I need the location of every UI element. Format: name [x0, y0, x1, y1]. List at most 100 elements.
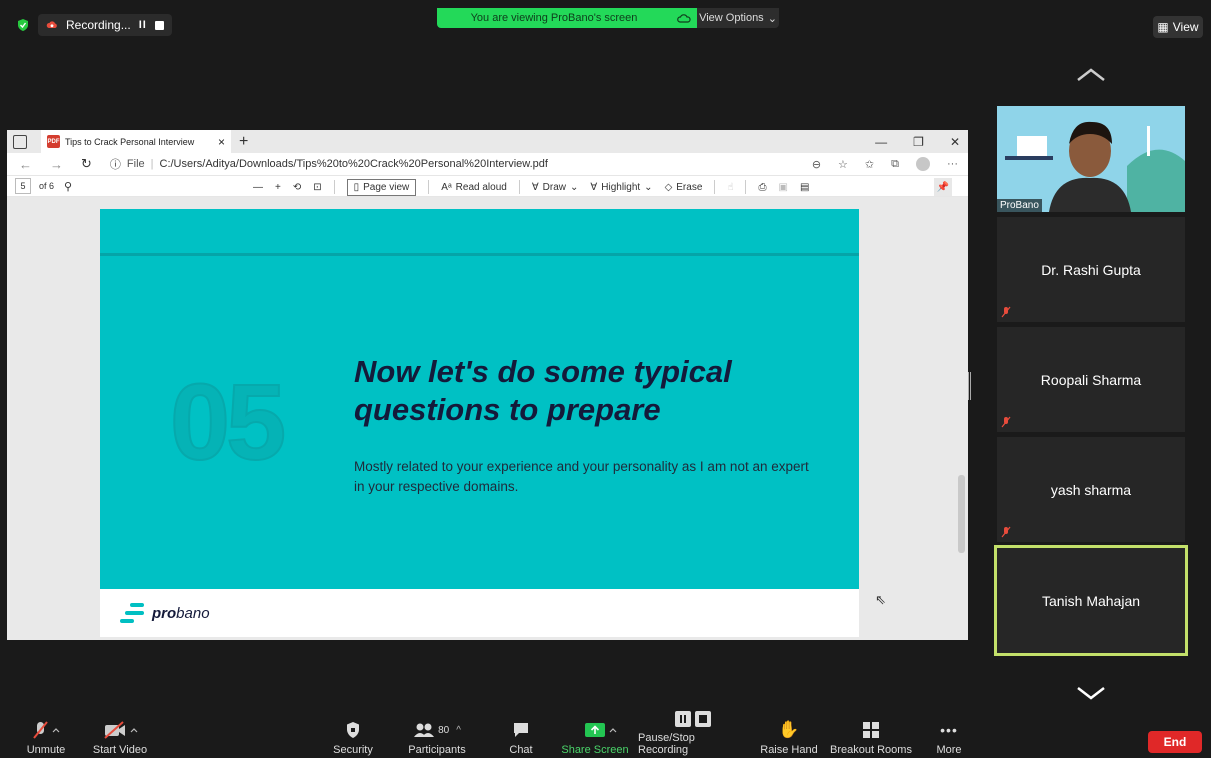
chevron-down-icon[interactable] — [1068, 682, 1114, 702]
logo-text-bold: pro — [152, 604, 177, 622]
chevron-down-icon: ⌄ — [767, 12, 777, 25]
security-button[interactable]: Security — [330, 717, 376, 758]
erase-label: Erase — [676, 181, 703, 193]
browser-tab[interactable]: PDF Tips to Crack Personal Interview × — [41, 130, 231, 153]
save-as-icon[interactable]: ▤ — [800, 182, 809, 193]
rotate-icon[interactable]: ⟲ — [293, 182, 301, 193]
restore-icon[interactable]: ❐ — [913, 135, 924, 149]
tab-close-icon[interactable]: × — [218, 135, 225, 149]
page-view-button[interactable]: ▯ Page view — [346, 178, 417, 196]
collections-icon[interactable]: ⧉ — [891, 158, 899, 171]
participant-count: 80 — [438, 724, 450, 736]
breakout-rooms-button[interactable]: Breakout Rooms — [828, 717, 914, 758]
zoom-out-icon[interactable]: — — [253, 182, 263, 193]
logo-text-rest: bano — [176, 604, 210, 622]
participant-name: yash sharma — [1050, 481, 1132, 498]
view-button[interactable]: ▦ View — [1153, 16, 1203, 38]
chevron-up-icon[interactable] — [1068, 64, 1114, 84]
participant-tile[interactable]: Dr. Rashi Gupta — [997, 217, 1185, 322]
close-window-icon[interactable]: ✕ — [950, 135, 960, 149]
share-screen-button[interactable]: Share Screen — [560, 717, 630, 758]
pause-stop-recording-button[interactable]: Pause/Stop Recording — [638, 711, 748, 758]
probano-logo-mark — [120, 601, 146, 625]
print-icon[interactable]: ⎙ — [758, 182, 766, 193]
probano-logo-text: probano — [152, 605, 210, 622]
read-aloud-button[interactable]: Aᵃ Read aloud — [441, 182, 507, 193]
minimize-icon[interactable]: — — [875, 135, 887, 149]
share-screen-icon — [573, 720, 617, 740]
participants-button[interactable]: 80 ^ Participants — [404, 717, 470, 758]
zoom-in-icon[interactable]: + — [275, 182, 281, 193]
highlight-button[interactable]: ∀ Highlight ⌄ — [590, 182, 652, 193]
url-separator: | — [150, 158, 154, 170]
forward-icon[interactable]: → — [50, 157, 63, 172]
pause-recording-button[interactable]: II — [139, 19, 147, 31]
chat-button[interactable]: Chat — [504, 717, 538, 758]
pdf-tools: — + ⟲ ⊡ ▯ Page view Aᵃ Read aloud ∀ Draw ⌄ … — [253, 176, 809, 198]
raise-hand-icon: ✋ — [778, 720, 800, 739]
start-video-button[interactable]: Start Video — [90, 717, 150, 758]
probano-logo: probano — [120, 601, 210, 625]
eraser-icon: ◇ — [664, 181, 673, 193]
page-number-input[interactable]: 5 — [15, 178, 31, 194]
read-mode-icon[interactable]: ☆ — [838, 158, 848, 171]
draw-button[interactable]: ∀ Draw ⌄ — [532, 182, 579, 193]
unmute-button[interactable]: Unmute — [24, 717, 68, 758]
toolbar-divider — [333, 180, 335, 194]
participant-name: Dr. Rashi Gupta — [1041, 261, 1141, 278]
raise-hand-button[interactable]: ✋ Raise Hand — [758, 717, 820, 758]
highlight-icon: ∀ — [590, 181, 598, 193]
highlight-label: Highlight — [601, 181, 641, 193]
refresh-icon[interactable]: ↻ — [81, 156, 92, 172]
pin-toolbar-icon[interactable]: 📌 — [934, 178, 952, 196]
more-menu-icon[interactable]: ··· — [947, 158, 958, 170]
shield-icon — [345, 720, 361, 740]
tab-actions-icon[interactable] — [13, 134, 27, 149]
split-resize-handle[interactable] — [968, 372, 971, 400]
fit-page-icon[interactable]: ⊡ — [313, 182, 321, 193]
browser-tab-bar: PDF Tips to Crack Personal Interview × +… — [7, 130, 968, 153]
viewing-banner: You are viewing ProBano's screen — [437, 8, 697, 28]
participant-tile[interactable]: yash sharma — [997, 437, 1185, 542]
erase-button[interactable]: ◇ Erase — [665, 182, 703, 193]
search-icon[interactable]: ⚲ — [64, 180, 72, 193]
participant-video-tile[interactable]: ProBano — [997, 106, 1185, 212]
pdf-scrollbar[interactable] — [957, 205, 965, 635]
participants-icon: 80 ^ — [413, 720, 461, 740]
view-options-button[interactable]: View Options ⌄ — [697, 8, 779, 28]
active-speaker-tile[interactable]: Tanish Mahajan — [994, 545, 1188, 656]
zoom-icon[interactable]: ⊖ — [812, 158, 821, 171]
new-tab-icon[interactable]: + — [239, 133, 248, 151]
save-icon[interactable]: ▣ — [778, 182, 787, 193]
window-controls: — ❐ ✕ — [875, 130, 960, 153]
toolbar-divider — [745, 180, 747, 194]
recording-indicator: Recording... II — [16, 14, 172, 36]
read-aloud-icon: Aᵃ — [441, 181, 452, 193]
shield-icon — [18, 19, 28, 31]
url-scheme-label: File — [126, 158, 145, 170]
url-field[interactable]: ⓘ File | C:/Users/Aditya/Downloads/Tips%… — [110, 156, 548, 172]
end-meeting-button[interactable]: End — [1148, 731, 1202, 753]
muted-mic-icon — [1001, 306, 1011, 318]
toolbar-divider — [714, 180, 716, 194]
participant-tile[interactable]: Roopali Sharma — [997, 327, 1185, 432]
back-icon[interactable]: ← — [19, 157, 32, 172]
muted-mic-icon — [1001, 416, 1011, 428]
page-view-icon: ▯ — [353, 181, 360, 193]
more-button[interactable]: ••• More — [932, 717, 966, 758]
pause-stop-icon — [674, 710, 712, 728]
read-aloud-label: Read aloud — [455, 181, 507, 193]
chat-bubble-icon — [512, 720, 530, 740]
profile-avatar[interactable] — [916, 157, 930, 171]
address-bar-actions: ⊖ ☆ ✩ ⧉ ··· — [812, 153, 958, 175]
scroll-thumb[interactable] — [958, 475, 965, 553]
draw-label: Draw — [542, 181, 567, 193]
touch-icon[interactable]: ☝ — [727, 182, 733, 193]
muted-mic-icon — [31, 720, 61, 740]
unmute-label: Unmute — [26, 744, 66, 756]
meeting-toolbar: Unmute Start Video Security 80 ^ Partici… — [0, 711, 1211, 758]
stop-recording-button[interactable] — [154, 20, 164, 30]
participant-video-image — [997, 106, 1185, 212]
recording-label: Recording... — [66, 18, 131, 32]
favorites-icon[interactable]: ✩ — [865, 158, 874, 171]
